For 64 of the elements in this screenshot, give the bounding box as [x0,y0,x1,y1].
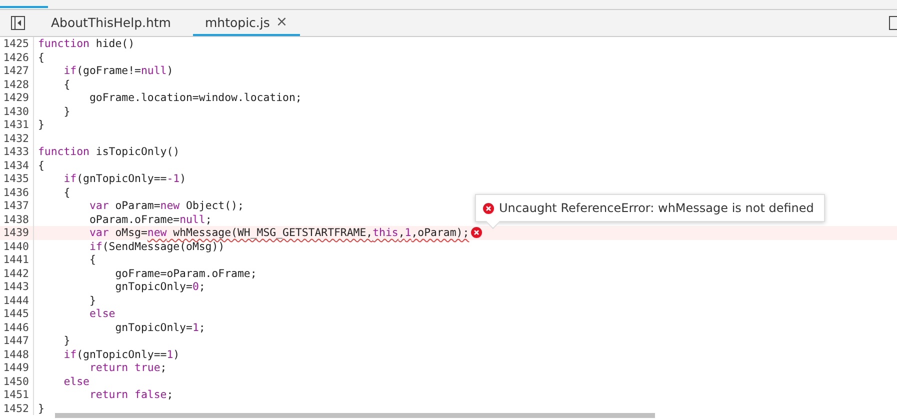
line-number: 1446 [0,320,34,334]
panel-icon[interactable] [889,16,897,30]
line-number: 1434 [0,158,34,172]
line-number: 1440 [0,240,34,253]
file-tab[interactable]: AboutThisHelp.htm [39,10,183,36]
line-number: 1437 [0,199,34,212]
line-number: 1435 [0,172,34,186]
code-line: if(goFrame!=null) [62,64,174,78]
code-line: if(gnTopicOnly==-1) [62,172,186,186]
line-number: 1436 [0,186,34,199]
file-tab[interactable]: mhtopic.js × [192,10,300,36]
code-line: return false; [88,388,174,402]
line-number: 1448 [0,348,34,361]
code-line: else [62,374,90,388]
code-line: oParam.oFrame=null; [88,212,212,226]
code-line: var oMsg=new whMessage(WH_MSG_GETSTARTFRAME,this,1,oParam); [88,226,470,240]
code-line: } [62,104,70,118]
line-number: 1447 [0,334,34,348]
horizontal-scrollbar[interactable] [55,413,655,418]
line-number: 1449 [0,361,34,374]
code-line: } [38,402,44,415]
line-number: 1439 [0,226,34,240]
code-line: { [38,158,44,172]
code-line: { [62,78,70,91]
line-number: 1427 [0,64,34,78]
line-number: 1443 [0,280,34,294]
line-number: 1445 [0,307,34,320]
error-icon[interactable] [471,227,482,238]
close-icon[interactable]: × [276,14,288,30]
code-line: } [88,294,96,307]
line-number: 1426 [0,50,34,64]
code-line: } [38,118,44,132]
code-line: goFrame=oParam.oFrame; [114,266,257,280]
code-line: goFrame.location=window.location; [88,91,302,104]
line-number: 1452 [0,402,34,415]
code-line: { [88,253,96,266]
sidebar-toggle-icon[interactable] [11,16,25,30]
code-line: { [38,50,44,64]
line-number: 1433 [0,145,34,158]
code-line: } [62,334,70,348]
panel-tab-indicator [0,6,48,8]
line-number: 1450 [0,374,34,388]
line-number: 1428 [0,78,34,91]
code-line: gnTopicOnly=0; [114,280,206,294]
error-icon [483,202,494,214]
code-line: else [88,307,116,320]
code-line: function isTopicOnly() [38,145,180,158]
line-number: 1451 [0,388,34,402]
line-number: 1442 [0,266,34,280]
error-message: Uncaught ReferenceError: whMessage is not defined [499,201,814,215]
line-number: 1430 [0,104,34,118]
code-line: if(SendMessage(oMsg)) [88,240,225,253]
code-line: return true; [88,361,167,374]
code-line: function hide() [38,37,135,50]
line-number: 1425 [0,37,34,50]
line-number: 1429 [0,91,34,104]
line-number: 1432 [0,132,34,145]
line-number: 1431 [0,118,34,132]
code-line: var oParam=new Object(); [88,199,244,212]
line-number: 1444 [0,294,34,307]
line-number: 1441 [0,253,34,266]
code-line: { [62,186,70,199]
code-line: if(gnTopicOnly==1) [62,348,180,361]
code-line: gnTopicOnly=1; [114,320,206,334]
